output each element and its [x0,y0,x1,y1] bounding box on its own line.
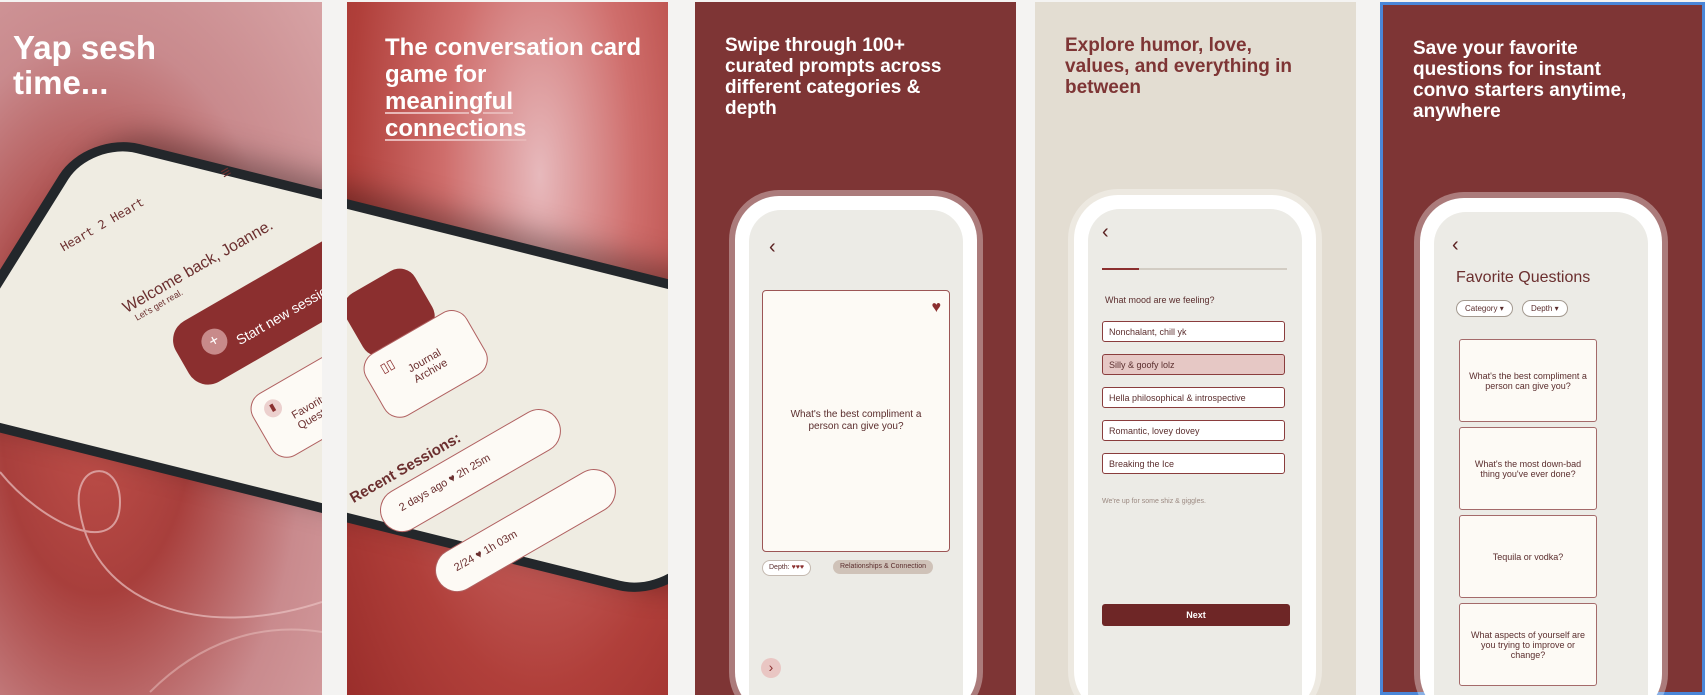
mood-option[interactable]: Nonchalant, chill yk [1102,321,1285,342]
favorite-question-text: What aspects of yourself are you trying … [1470,629,1586,660]
category-filter-dropdown[interactable]: Category ▾ [1456,300,1513,317]
depth-hearts-icon: ♥♥♥ [791,564,805,571]
mood-option[interactable]: Breaking the Ice [1102,453,1285,474]
question-text: What's the best compliment a person can … [790,409,922,432]
category-filter-label: Category [1465,304,1498,313]
panel-2-headline: The conversation card game for meaningfu… [385,34,645,142]
plus-icon: + [196,323,233,360]
favorite-question-card[interactable]: What aspects of yourself are you trying … [1459,603,1597,686]
back-chevron-icon[interactable]: ‹ [769,236,776,259]
heart-favorite-icon[interactable]: ♥ [932,299,942,317]
next-button[interactable]: Next [1102,604,1290,626]
book-icon: ▯▯ [377,355,398,377]
mood-hint: We're up for some shiz & giggles. [1102,498,1206,505]
mood-option-selected[interactable]: Silly & goofy lolz [1102,354,1285,375]
progress-track [1102,268,1287,270]
depth-badge: Depth: ♥♥♥ [762,560,812,576]
next-chevron-icon[interactable]: › [761,658,781,678]
panel-3-headline: Swipe through 100+ curated prompts acros… [725,35,942,119]
favorite-question-text: Tequila or vodka? [1492,551,1564,562]
journal-label: Journal Archive [406,346,450,386]
headline-part-2: meaningful connections [385,88,527,142]
favorite-question-card[interactable]: Tequila or vodka? [1459,515,1597,598]
favorite-question-text: What's the best compliment a person can … [1469,370,1587,391]
back-chevron-icon[interactable]: ‹ [1452,234,1459,257]
phone-frame: ‹ ♥ What's the best compliment a person … [735,196,977,695]
mood-option[interactable]: Romantic, lovey dovey [1102,420,1285,441]
chevron-down-icon: ▾ [1499,304,1504,313]
screenshot-panel-4: Explore humor, love, values, and everyth… [1035,2,1356,695]
depth-filter-label: Depth [1531,304,1553,313]
panel-1-headline: Yap sesh time... [13,29,157,101]
question-card[interactable]: ♥ What's the best compliment a person ca… [762,290,950,552]
phone-frame: ‹ What mood are we feeling? Nonchalant, … [1074,195,1316,695]
phone-screen: ‹ ♥ What's the best compliment a person … [749,210,963,695]
favorite-question-card[interactable]: What's the best compliment a person can … [1459,339,1597,422]
progress-fill [1102,268,1139,270]
category-badge: Relationships & Connection [833,560,933,574]
back-chevron-icon[interactable]: ‹ [1102,221,1109,244]
mood-option[interactable]: Hella philosophical & introspective [1102,387,1285,408]
phone-screen: ‹ What mood are we feeling? Nonchalant, … [1088,209,1302,695]
screenshot-panel-3: Swipe through 100+ curated prompts acros… [695,2,1016,695]
phone-frame: ‹ Favorite Questions Category ▾ Depth ▾ … [1420,198,1662,695]
panel-4-headline: Explore humor, love, values, and everyth… [1065,35,1293,98]
depth-label: Depth: [769,564,790,571]
favorites-label: Favorite Questions [289,391,322,433]
screenshot-panel-1: Yap sesh time... Heart 2 Heart ≡ Welcome… [0,2,322,695]
favorite-question-text: What's the most down-bad thing you've ev… [1474,458,1582,479]
screenshot-panel-2: The conversation card game for meaningfu… [347,2,668,695]
phone-screen: ‹ Favorite Questions Category ▾ Depth ▾ … [1434,212,1648,695]
favorite-question-card[interactable]: What's the most down-bad thing you've ev… [1459,427,1597,510]
chevron-down-icon: ▾ [1554,304,1559,313]
mood-prompt: What mood are we feeling? [1105,295,1215,305]
panel-5-headline: Save your favorite questions for instant… [1413,38,1627,122]
page-title: Favorite Questions [1456,269,1591,286]
depth-filter-dropdown[interactable]: Depth ▾ [1522,300,1568,317]
headline-part-1: The conversation card game for [385,34,642,88]
screenshot-panel-5: Save your favorite questions for instant… [1380,2,1705,695]
bookmark-icon: ▮ [260,396,286,421]
